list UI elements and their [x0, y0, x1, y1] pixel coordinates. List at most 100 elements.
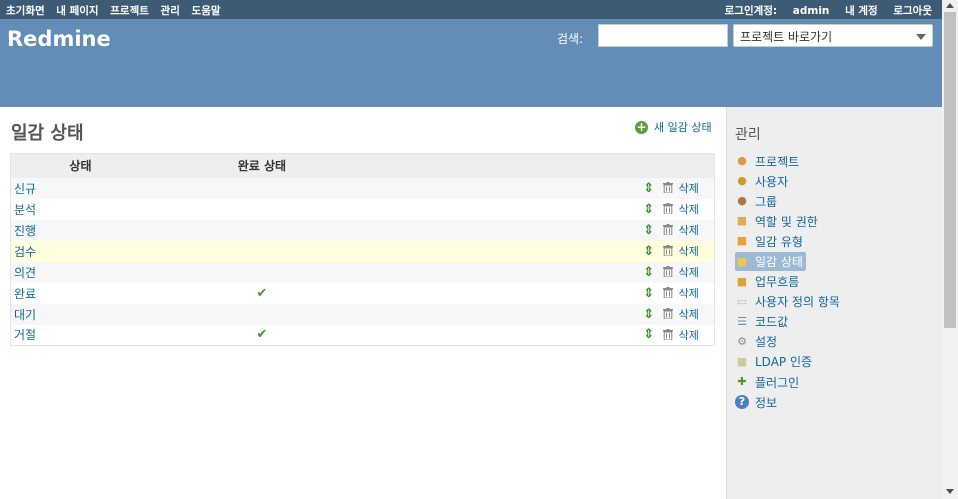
sort-cell: ⇕ — [637, 261, 660, 283]
sort-handle-icon[interactable]: ⇕ — [643, 244, 654, 259]
sidebar-item-settings[interactable]: ⚙ 설정 — [735, 332, 840, 352]
page-title: 일감 상태 — [11, 123, 84, 144]
delete-link[interactable]: 삭제 — [679, 287, 699, 300]
menu-admin[interactable]: 관리 — [161, 5, 180, 17]
app-title[interactable]: Redmine — [7, 27, 111, 51]
status-name-link[interactable]: 의견 — [14, 266, 36, 280]
status-name-link[interactable]: 검수 — [14, 245, 36, 259]
spacer-cell — [373, 177, 638, 199]
status-name-cell: 완료 — [10, 282, 150, 304]
sidebar-item-ldap[interactable]: ■ LDAP 인증 — [735, 352, 840, 372]
sidebar-item-wrap: ● 그룹 — [735, 193, 777, 210]
sort-cell: ⇕ — [637, 198, 660, 220]
logged-user[interactable]: admin — [793, 5, 830, 17]
sort-handle-icon[interactable]: ⇕ — [643, 202, 654, 217]
table-row: 대기 ⇕ 삭제 — [10, 303, 715, 325]
status-name-link[interactable]: 거절 — [14, 328, 36, 342]
sort-handle-icon[interactable]: ⇕ — [643, 327, 654, 342]
sidebar-item-group[interactable]: ● 그룹 — [735, 191, 840, 211]
status-name-link[interactable]: 완료 — [14, 287, 36, 301]
chevron-down-icon — [916, 34, 926, 40]
sidebar-item-label: 사용자 — [755, 174, 789, 189]
project-jump-select[interactable]: 프로젝트 바로가기 — [733, 24, 933, 47]
sidebar-item-tracker[interactable]: ■ 일감 유형 — [735, 231, 840, 251]
sidebar-item-label: 플러그인 — [755, 375, 800, 390]
sidebar-item-roles[interactable]: ■ 역할 및 권한 — [735, 211, 840, 231]
sidebar-item-wrap: ■ 업무흐름 — [735, 273, 799, 290]
delete-cell: 삭제 — [659, 303, 715, 325]
table-row: 의견 ⇕ 삭제 — [10, 261, 715, 283]
delete-link[interactable]: 삭제 — [679, 308, 699, 321]
sort-handle-icon[interactable]: ⇕ — [643, 265, 654, 280]
sort-handle-icon[interactable]: ⇕ — [643, 286, 654, 301]
closed-cell — [149, 219, 374, 241]
menu-projects[interactable]: 프로젝트 — [110, 5, 149, 17]
menu-home[interactable]: 초기화면 — [6, 5, 45, 17]
trash-icon — [662, 182, 673, 193]
sort-cell: ⇕ — [637, 177, 660, 199]
sidebar-item-wrap: ⚙ 설정 — [735, 333, 777, 350]
group-icon: ● — [737, 194, 747, 208]
status-rows: 신규 ⇕ 삭제 분석 ⇕ 삭제 진행 ⇕ 삭제 검수 ⇕ 삭제 의견 ⇕ 삭제 완료 ✔ ⇕ 삭제 대기 ⇕ 삭제 거절 ✔ ⇕… — [10, 177, 715, 346]
spacer-cell — [373, 219, 638, 241]
delete-cell: 삭제 — [659, 261, 715, 283]
logged-as: 로그인계정: admin — [713, 5, 830, 17]
sidebar-item-wrap: ✚ 플러그인 — [735, 374, 799, 391]
status-table: 상태 완료 상태 신규 ⇕ 삭제 분석 ⇕ 삭제 진행 ⇕ 삭제 검수 ⇕ 삭제 의견 ⇕ 삭제 완료 ✔ ⇕ 삭제… — [10, 153, 715, 346]
trash-icon — [662, 266, 673, 277]
project-jump-label: 프로젝트 바로가기 — [740, 30, 833, 44]
status-name-link[interactable]: 신규 — [14, 182, 36, 196]
col-status-header: 상태 — [10, 153, 150, 178]
check-icon: ✔ — [256, 285, 268, 301]
status-name-cell: 진행 — [10, 219, 150, 241]
delete-link[interactable]: 삭제 — [679, 329, 699, 342]
sort-cell: ⇕ — [637, 240, 660, 262]
scroll-up-arrow-icon[interactable] — [946, 3, 954, 8]
status-name-link[interactable]: 분석 — [14, 203, 36, 217]
trash-icon — [662, 328, 673, 340]
sidebar-item-issue-status[interactable]: ■ 일감 상태 — [735, 251, 840, 272]
delete-link[interactable]: 삭제 — [679, 182, 699, 195]
status-name-link[interactable]: 대기 — [14, 308, 36, 322]
sort-handle-icon[interactable]: ⇕ — [643, 307, 654, 322]
my-account-link[interactable]: 내 계정 — [845, 5, 878, 17]
sort-handle-icon[interactable]: ⇕ — [643, 181, 654, 196]
table-header: 상태 완료 상태 — [10, 153, 715, 178]
top-menu-left: 초기화면 내 페이지 프로젝트 관리 도움말 — [6, 3, 229, 18]
sidebar-item-label: 설정 — [755, 335, 778, 350]
table-row: 신규 ⇕ 삭제 — [10, 177, 715, 199]
info-icon: ? — [735, 395, 749, 410]
status-name-link[interactable]: 진행 — [14, 224, 36, 238]
delete-link[interactable]: 삭제 — [679, 224, 699, 237]
scroll-down-arrow-icon[interactable] — [946, 489, 954, 494]
sidebar-item-wrap: ■ 역할 및 권한 — [735, 213, 818, 230]
delete-link[interactable]: 삭제 — [679, 245, 699, 258]
vertical-scrollbar[interactable] — [942, 0, 958, 499]
sidebar-item-label: LDAP 인증 — [755, 355, 813, 370]
sort-handle-icon[interactable]: ⇕ — [643, 223, 654, 238]
scrollbar-thumb[interactable] — [944, 12, 956, 328]
delete-link[interactable]: 삭제 — [679, 266, 699, 279]
sidebar-item-plugin[interactable]: ✚ 플러그인 — [735, 372, 840, 392]
sidebar-item-info[interactable]: ? 정보 — [735, 392, 840, 412]
search-input[interactable] — [598, 24, 728, 47]
delete-cell: 삭제 — [659, 240, 715, 262]
ldap-icon: ■ — [736, 354, 748, 368]
menu-my-page[interactable]: 내 페이지 — [56, 5, 98, 17]
new-status-link[interactable]: + 새 일감 상태 — [635, 119, 712, 135]
sort-cell: ⇕ — [637, 219, 660, 241]
sidebar-item-user[interactable]: ● 사용자 — [735, 171, 840, 191]
delete-cell: 삭제 — [659, 324, 715, 346]
delete-link[interactable]: 삭제 — [679, 203, 699, 216]
delete-cell: 삭제 — [659, 198, 715, 220]
closed-cell: ✔ — [149, 282, 374, 304]
col-delete — [659, 153, 715, 178]
sidebar-item-custom-field[interactable]: ▭ 사용자 정의 항목 — [735, 292, 840, 312]
sidebar-item-workflow[interactable]: ■ 업무흐름 — [735, 272, 840, 292]
logout-link[interactable]: 로그아웃 — [893, 5, 932, 17]
sidebar-item-list[interactable]: ☰ 코드값 — [735, 312, 840, 332]
sidebar-item-wrap: ■ LDAP 인증 — [735, 353, 812, 370]
sidebar-item-projects[interactable]: ● 프로젝트 — [735, 151, 840, 171]
sidebar-item-wrap: ● 사용자 — [735, 173, 788, 190]
menu-help[interactable]: 도움말 — [192, 5, 221, 17]
